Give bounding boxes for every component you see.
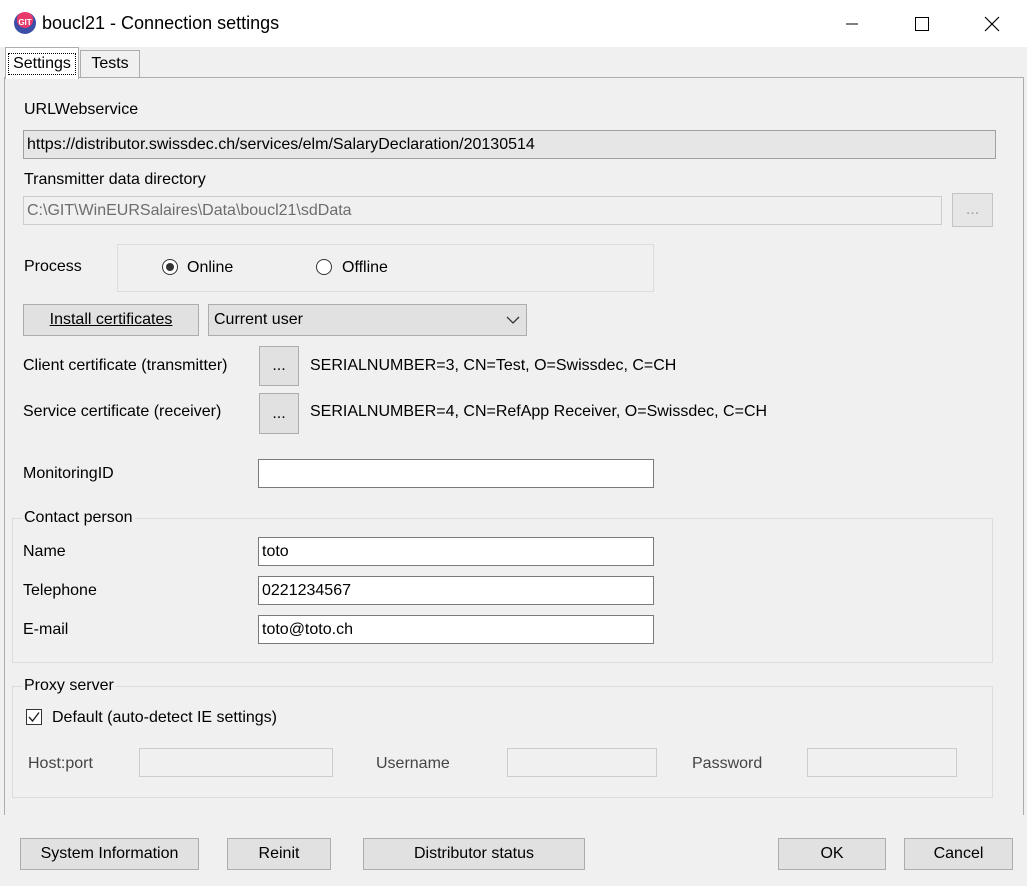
checkmark-icon	[28, 712, 40, 723]
certificate-store-value: Current user	[214, 311, 303, 328]
username-label: Username	[376, 755, 450, 772]
host-port-label: Host:port	[28, 755, 93, 772]
service-cert-label: Service certificate (receiver)	[23, 403, 222, 420]
certificate-store-dropdown[interactable]: Current user	[208, 304, 527, 336]
reinit-button[interactable]: Reinit	[227, 838, 331, 870]
ok-button[interactable]: OK	[778, 838, 886, 870]
telephone-input[interactable]: 0221234567	[258, 576, 654, 605]
cancel-label: Cancel	[933, 845, 984, 862]
offline-radio[interactable]	[316, 259, 332, 275]
offline-label[interactable]: Offline	[342, 259, 388, 277]
proxy-server-group	[12, 686, 993, 798]
monitoring-id-input[interactable]	[258, 459, 654, 488]
contact-person-legend: Contact person	[22, 509, 135, 527]
system-information-label: System Information	[40, 845, 179, 862]
default-proxy-label[interactable]: Default (auto-detect IE settings)	[52, 709, 277, 727]
password-label: Password	[692, 755, 763, 772]
client-cert-label: Client certificate (transmitter)	[23, 357, 228, 374]
monitoring-label: MonitoringID	[23, 465, 114, 482]
chevron-down-icon	[506, 316, 520, 324]
minimize-icon	[846, 23, 858, 24]
close-button[interactable]	[957, 0, 1027, 47]
name-input[interactable]: toto	[258, 537, 654, 566]
distributor-status-button[interactable]: Distributor status	[363, 838, 585, 870]
tab-settings[interactable]: Settings	[5, 47, 79, 79]
transmitter-dir-field[interactable]: C:\GIT\WinEURSalaires\Data\boucl21\sdDat…	[23, 196, 942, 225]
install-certificates-label: Install certificates	[49, 311, 173, 328]
distributor-status-label: Distributor status	[413, 845, 535, 862]
password-input[interactable]	[807, 748, 957, 777]
ok-label: OK	[820, 845, 844, 862]
tab-settings-label: Settings	[8, 52, 76, 75]
service-cert-browse-button[interactable]: ...	[259, 393, 299, 434]
cancel-button[interactable]: Cancel	[904, 838, 1013, 870]
tab-tests-label: Tests	[91, 55, 129, 72]
client-cert-browse-button[interactable]: ...	[259, 346, 299, 386]
app-icon: GIT	[14, 12, 36, 34]
app-icon-text: GIT	[18, 18, 32, 27]
url-field[interactable]: https://distributor.swissdec.ch/services…	[23, 130, 996, 159]
process-label: Process	[24, 258, 82, 275]
email-input[interactable]: toto@toto.ch	[258, 615, 654, 644]
reinit-label: Reinit	[258, 845, 300, 862]
transmitter-browse-button[interactable]: ...	[952, 193, 993, 227]
name-label: Name	[23, 543, 66, 560]
service-cert-value: SERIALNUMBER=4, CN=RefApp Receiver, O=Sw…	[310, 403, 768, 420]
host-port-input[interactable]	[139, 748, 333, 777]
url-label: URLWebservice	[24, 101, 139, 118]
online-radio[interactable]	[162, 259, 178, 275]
install-certificates-button[interactable]: Install certificates	[23, 304, 199, 336]
tab-tests[interactable]: Tests	[80, 50, 140, 77]
maximize-icon	[915, 16, 929, 31]
transmitter-label: Transmitter data directory	[24, 171, 206, 188]
username-input[interactable]	[507, 748, 657, 777]
maximize-button[interactable]	[887, 0, 957, 47]
window-title: boucl21 - Connection settings	[42, 13, 280, 33]
radio-dot	[166, 263, 174, 271]
system-information-button[interactable]: System Information	[20, 838, 199, 870]
email-label: E-mail	[23, 621, 69, 638]
default-proxy-checkbox[interactable]	[26, 709, 42, 725]
close-icon	[984, 16, 1000, 31]
minimize-button[interactable]	[817, 0, 887, 47]
client-cert-value: SERIALNUMBER=3, CN=Test, O=Swissdec, C=C…	[310, 357, 677, 374]
online-label[interactable]: Online	[187, 259, 233, 277]
proxy-server-legend: Proxy server	[22, 677, 116, 695]
telephone-label: Telephone	[23, 582, 97, 599]
